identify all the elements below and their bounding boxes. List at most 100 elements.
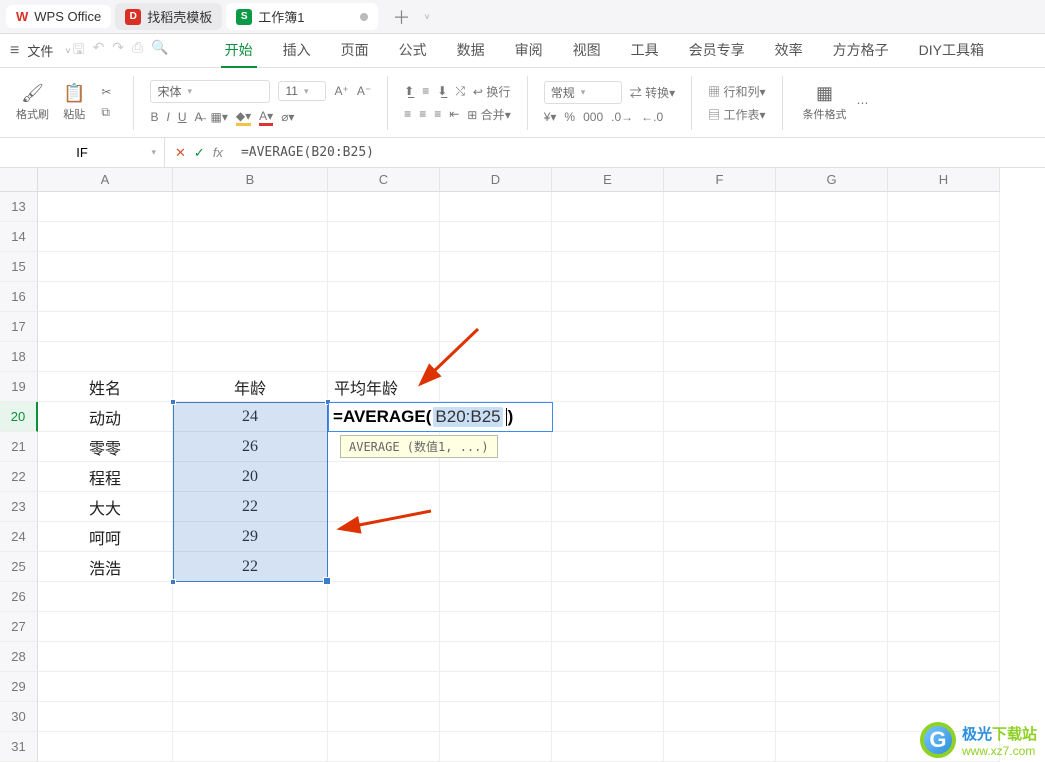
cell[interactable] bbox=[173, 582, 328, 612]
cell[interactable] bbox=[664, 402, 776, 432]
cell[interactable] bbox=[776, 492, 888, 522]
cell[interactable] bbox=[664, 462, 776, 492]
cell[interactable] bbox=[776, 612, 888, 642]
worksheet-button[interactable]: ▤ 工作表▾ bbox=[708, 106, 765, 123]
tab-workbook[interactable]: S 工作簿1 bbox=[226, 3, 378, 30]
col-header-B[interactable]: B bbox=[173, 168, 328, 192]
cell[interactable] bbox=[552, 702, 664, 732]
cell[interactable] bbox=[38, 252, 173, 282]
underline-button[interactable]: U bbox=[178, 110, 187, 124]
cell[interactable] bbox=[328, 642, 440, 672]
cell[interactable] bbox=[328, 252, 440, 282]
font-color-button[interactable]: A▾ bbox=[259, 109, 273, 126]
menu-DIY工具箱[interactable]: DIY工具箱 bbox=[915, 34, 988, 68]
cell[interactable] bbox=[328, 732, 440, 762]
comma-icon[interactable]: 000 bbox=[583, 110, 603, 124]
cell[interactable] bbox=[888, 552, 1000, 582]
align-center-icon[interactable]: ≡ bbox=[419, 107, 426, 121]
cell[interactable] bbox=[440, 582, 552, 612]
cell[interactable] bbox=[440, 282, 552, 312]
cell-A24[interactable]: 呵呵 bbox=[38, 522, 173, 552]
cell-editor[interactable]: =AVERAGE(B20:B25) bbox=[328, 402, 553, 432]
cell[interactable] bbox=[664, 612, 776, 642]
cell[interactable] bbox=[328, 582, 440, 612]
merge-cells-button[interactable]: ⊞ 合并▾ bbox=[467, 106, 510, 123]
menu-开始[interactable]: 开始 bbox=[221, 34, 257, 68]
cell[interactable] bbox=[173, 732, 328, 762]
tab-template[interactable]: D 找稻壳模板 bbox=[115, 3, 222, 30]
cell[interactable] bbox=[776, 192, 888, 222]
row-header-23[interactable]: 23 bbox=[0, 492, 38, 522]
fx-icon[interactable]: fx bbox=[213, 145, 223, 161]
cell[interactable] bbox=[664, 282, 776, 312]
cell[interactable] bbox=[888, 342, 1000, 372]
row-header-22[interactable]: 22 bbox=[0, 462, 38, 492]
cell-B19[interactable]: 年龄 bbox=[173, 372, 328, 402]
cell[interactable] bbox=[440, 732, 552, 762]
cell[interactable] bbox=[888, 432, 1000, 462]
row-header-20[interactable]: 20 bbox=[0, 402, 38, 432]
cell[interactable] bbox=[776, 582, 888, 612]
cond-format-button[interactable]: ▦条件格式 bbox=[799, 81, 851, 124]
align-left-icon[interactable]: ≡ bbox=[404, 107, 411, 121]
cell[interactable] bbox=[776, 372, 888, 402]
cell[interactable] bbox=[776, 342, 888, 372]
col-header-C[interactable]: C bbox=[328, 168, 440, 192]
cell-A20[interactable]: 动动 bbox=[38, 402, 173, 432]
cell[interactable] bbox=[328, 282, 440, 312]
cell[interactable] bbox=[664, 672, 776, 702]
cell[interactable] bbox=[888, 222, 1000, 252]
border-button[interactable]: ▦▾ bbox=[211, 110, 228, 124]
cell[interactable] bbox=[38, 672, 173, 702]
row-header-26[interactable]: 26 bbox=[0, 582, 38, 612]
cell[interactable] bbox=[664, 642, 776, 672]
cell[interactable] bbox=[664, 312, 776, 342]
cell[interactable] bbox=[38, 612, 173, 642]
row-header-18[interactable]: 18 bbox=[0, 342, 38, 372]
cell[interactable] bbox=[552, 522, 664, 552]
add-tab-button[interactable]: ＋ bbox=[382, 4, 420, 30]
cell[interactable] bbox=[888, 282, 1000, 312]
percent-icon[interactable]: % bbox=[564, 110, 575, 124]
cell[interactable] bbox=[552, 672, 664, 702]
currency-icon[interactable]: ¥▾ bbox=[544, 110, 557, 124]
cell[interactable] bbox=[173, 222, 328, 252]
name-box[interactable]: ▾ bbox=[0, 138, 165, 167]
cell[interactable] bbox=[664, 372, 776, 402]
col-header-H[interactable]: H bbox=[888, 168, 1000, 192]
number-format-combo[interactable]: 常规▾ bbox=[544, 81, 622, 104]
more-icon[interactable]: ⋯ bbox=[857, 96, 869, 110]
tab-overflow-icon[interactable]: ˅ bbox=[424, 12, 429, 22]
cell[interactable] bbox=[664, 702, 776, 732]
col-header-D[interactable]: D bbox=[440, 168, 552, 192]
cell[interactable] bbox=[440, 462, 552, 492]
cell[interactable] bbox=[38, 642, 173, 672]
strike-button[interactable]: A̶ bbox=[195, 110, 203, 124]
cell[interactable] bbox=[440, 552, 552, 582]
cell-A19[interactable]: 姓名 bbox=[38, 372, 173, 402]
cell[interactable] bbox=[440, 642, 552, 672]
row-header-21[interactable]: 21 bbox=[0, 432, 38, 462]
row-header-25[interactable]: 25 bbox=[0, 552, 38, 582]
cell[interactable] bbox=[776, 522, 888, 552]
cell[interactable] bbox=[552, 312, 664, 342]
convert-button[interactable]: ⇄ 转换▾ bbox=[630, 84, 675, 101]
copy-icon[interactable]: ⧉ bbox=[101, 105, 111, 120]
cell[interactable] bbox=[776, 402, 888, 432]
cell-A22[interactable]: 程程 bbox=[38, 462, 173, 492]
cell[interactable] bbox=[664, 732, 776, 762]
cell[interactable] bbox=[173, 672, 328, 702]
accept-formula-icon[interactable]: ✓ bbox=[194, 145, 205, 161]
decrease-font-icon[interactable]: A⁻ bbox=[357, 84, 371, 98]
paste-button[interactable]: 📋粘贴 bbox=[59, 81, 89, 124]
cell[interactable] bbox=[328, 702, 440, 732]
cell[interactable] bbox=[552, 282, 664, 312]
cell[interactable] bbox=[552, 582, 664, 612]
app-tab-wps[interactable]: W WPS Office bbox=[6, 5, 111, 28]
cell[interactable] bbox=[888, 642, 1000, 672]
cell[interactable] bbox=[664, 192, 776, 222]
increase-font-icon[interactable]: A⁺ bbox=[334, 84, 348, 98]
cell[interactable] bbox=[888, 252, 1000, 282]
cell[interactable] bbox=[173, 702, 328, 732]
cell[interactable] bbox=[38, 582, 173, 612]
